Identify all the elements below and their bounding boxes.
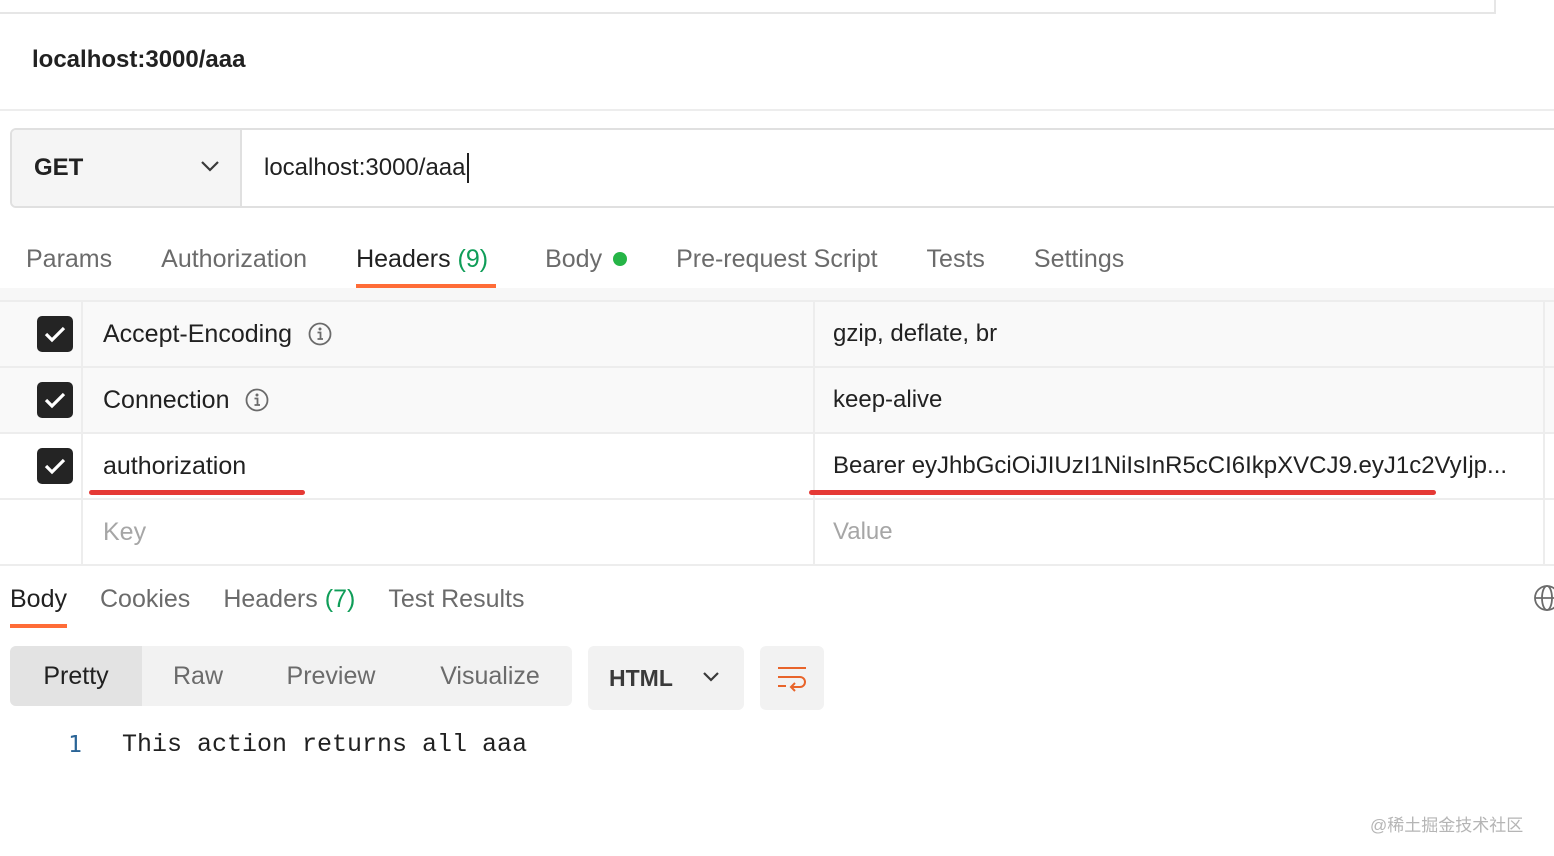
new-header-row: Key Value (0, 500, 1554, 566)
text-cursor (466, 153, 469, 183)
tab-response-headers[interactable]: Headers (7) (223, 570, 355, 628)
header-value-cell[interactable]: keep-alive (815, 368, 1545, 432)
chevron-down-icon (200, 159, 220, 177)
line-number: 1 (68, 731, 82, 758)
header-key: Connection (103, 385, 230, 414)
wrap-lines-button[interactable] (760, 646, 824, 710)
tab-label: Headers (223, 584, 318, 613)
header-value: gzip, deflate, br (833, 320, 998, 347)
header-check-cell (0, 302, 83, 366)
check-icon (44, 326, 65, 343)
new-key-input[interactable]: Key (83, 500, 815, 564)
header-value: keep-alive (833, 386, 943, 413)
response-headers-count: (7) (324, 584, 356, 613)
format-select[interactable]: HTML (588, 646, 744, 710)
tab-label: Body (10, 584, 67, 613)
url-text: localhost:3000/aaa (264, 154, 466, 181)
info-icon[interactable] (308, 322, 332, 346)
chevron-down-icon (702, 669, 720, 687)
header-check-cell (0, 368, 83, 432)
header-key: Accept-Encoding (103, 319, 293, 348)
wrap-lines-icon (778, 667, 806, 692)
code-text: This action returns all aaa (122, 730, 528, 759)
header-value-cell[interactable]: Bearer eyJhbGciOiJIUzI1NiIsInR5cCI6IkpXV… (815, 434, 1545, 498)
url-bar: GET localhost:3000/aaa (10, 128, 1554, 208)
annotation-underline-key (89, 490, 305, 495)
header-row: Connection keep-alive (0, 368, 1554, 434)
header-row: authorization Bearer eyJhbGciOiJIUzI1NiI… (0, 434, 1554, 500)
header-key-cell[interactable]: authorization (83, 434, 815, 498)
header-enabled-checkbox[interactable] (36, 382, 73, 418)
header-check-cell (0, 434, 83, 498)
response-tabs: Body Cookies Headers (7) Test Results (10, 570, 525, 630)
code-line: 1 This action returns all aaa (0, 730, 527, 759)
tab-label: Cookies (99, 584, 191, 613)
tab-settings[interactable]: Settings (1034, 230, 1124, 288)
tab-authorization[interactable]: Authorization (161, 230, 307, 288)
header-value-cell[interactable]: gzip, deflate, br (815, 302, 1545, 366)
header-value: Bearer eyJhbGciOiJIUzI1NiIsInR5cCI6IkpXV… (833, 452, 1508, 479)
method-select[interactable]: GET (12, 130, 242, 206)
tab-headers[interactable]: Headers (9) (356, 230, 497, 288)
tab-label: Settings (1033, 244, 1125, 273)
view-mode-group: Pretty Raw Preview Visualize (10, 646, 572, 706)
check-icon (44, 392, 65, 409)
globe-icon[interactable] (1532, 583, 1554, 618)
view-mode-visualize[interactable]: Visualize (408, 646, 572, 706)
header-enabled-checkbox[interactable] (36, 448, 73, 484)
tab-label: Authorization (161, 244, 308, 273)
header-check-cell (0, 500, 83, 564)
header-key-cell[interactable]: Connection (83, 368, 815, 432)
tab-params[interactable]: Params (26, 230, 112, 288)
view-mode-pretty[interactable]: Pretty (10, 646, 142, 706)
tab-test-results[interactable]: Test Results (388, 570, 524, 628)
header-enabled-checkbox[interactable] (36, 316, 73, 352)
request-tabs: Params Authorization Headers (9) Body Pr… (0, 230, 1124, 290)
method-label: GET (34, 154, 84, 181)
header-key: authorization (103, 451, 247, 480)
tab-label: Test Results (388, 584, 525, 613)
view-mode-preview[interactable]: Preview (254, 646, 408, 706)
divider (0, 109, 1554, 111)
tab-label: Body (545, 244, 603, 273)
tab-body[interactable]: Body (545, 230, 628, 288)
tab-label: Params (26, 244, 113, 273)
header-row: Accept-Encoding gzip, deflate, br (0, 302, 1554, 368)
headers-count: (9) (457, 244, 489, 273)
watermark: @稀土掘金技术社区 (1370, 816, 1524, 835)
format-label: HTML (609, 664, 673, 691)
url-input[interactable]: localhost:3000/aaa (242, 130, 1554, 206)
tab-response-body[interactable]: Body (10, 570, 67, 628)
tab-label: Headers (356, 244, 451, 273)
tab-cookies[interactable]: Cookies (100, 570, 190, 628)
check-icon (44, 458, 65, 475)
tab-tests[interactable]: Tests (927, 230, 985, 288)
tab-label: Pre-request Script (676, 244, 878, 273)
headers-table: Accept-Encoding gzip, deflate, br Connec… (0, 288, 1554, 566)
info-icon[interactable] (245, 388, 269, 412)
body-indicator-dot (613, 252, 628, 266)
annotation-underline-value (809, 490, 1436, 495)
header-key-cell[interactable]: Accept-Encoding (83, 302, 815, 366)
tab-label: Tests (926, 244, 985, 273)
top-frame (0, 0, 1496, 14)
headers-table-top (0, 288, 1554, 302)
new-value-input[interactable]: Value (815, 500, 1545, 564)
tab-pre-request-script[interactable]: Pre-request Script (676, 230, 877, 288)
view-mode-raw[interactable]: Raw (142, 646, 254, 706)
request-title: localhost:3000/aaa (32, 46, 246, 73)
